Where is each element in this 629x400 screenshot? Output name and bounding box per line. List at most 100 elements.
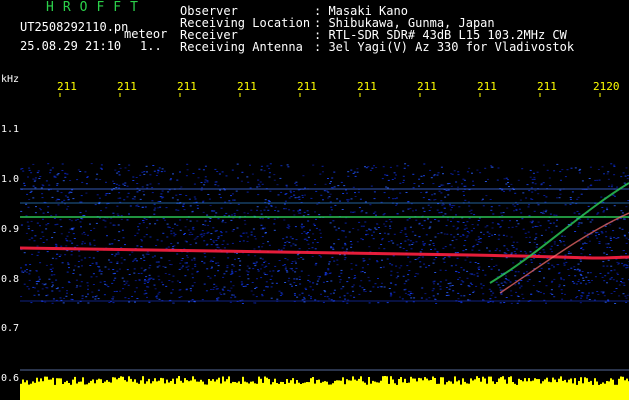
noise-speck [260, 277, 263, 279]
noise-speck [23, 182, 26, 184]
noise-speck [72, 273, 75, 274]
noise-speck [240, 180, 243, 182]
noise-speck [200, 189, 203, 191]
noise-speck [533, 242, 536, 244]
amplitude-spike [292, 378, 294, 388]
noise-speck [439, 288, 442, 290]
noise-speck [116, 205, 119, 207]
noise-speck [466, 231, 469, 232]
noise-speck [301, 299, 304, 301]
noise-speck [404, 292, 407, 294]
noise-speck [192, 226, 195, 228]
noise-speck [211, 266, 213, 268]
noise-speck [464, 240, 467, 241]
noise-speck [594, 276, 597, 278]
noise-speck [376, 261, 379, 263]
noise-speck [252, 268, 255, 270]
noise-speck [67, 199, 70, 201]
noise-speck [333, 243, 336, 245]
noise-speck [282, 247, 285, 249]
noise-speck [249, 164, 251, 166]
noise-speck [462, 234, 465, 236]
noise-speck [553, 278, 556, 280]
noise-speck [367, 166, 370, 168]
noise-speck [57, 287, 59, 289]
amplitude-spike [242, 376, 244, 388]
amplitude-spike [364, 382, 366, 388]
noise-speck [589, 254, 592, 256]
noise-speck [425, 298, 428, 300]
y-tick-label: 1.0 [1, 174, 20, 185]
noise-speck [557, 264, 560, 266]
amplitude-spike [530, 381, 532, 388]
noise-speck [21, 271, 24, 273]
noise-speck [553, 243, 556, 245]
noise-speck [327, 197, 330, 199]
amplitude-spike [260, 378, 262, 388]
amplitude-spike [156, 381, 158, 388]
noise-speck [330, 187, 333, 189]
noise-speck [337, 227, 340, 229]
amplitude-spike [94, 383, 96, 388]
amplitude-spike [110, 382, 112, 388]
noise-speck [144, 206, 147, 208]
noise-speck [457, 174, 460, 176]
noise-speck [262, 243, 265, 244]
noise-speck [423, 210, 426, 212]
noise-speck [44, 301, 47, 303]
amplitude-spike [454, 376, 456, 388]
noise-speck [532, 172, 535, 174]
noise-speck [188, 198, 191, 200]
noise-speck [162, 284, 165, 286]
noise-speck [610, 186, 613, 188]
noise-speck [573, 266, 576, 268]
amplitude-spike [62, 384, 64, 388]
noise-speck [551, 251, 553, 253]
amplitude-spike [426, 378, 428, 388]
noise-speck [442, 204, 445, 206]
noise-speck [61, 170, 64, 171]
noise-speck [295, 267, 298, 269]
noise-speck [117, 240, 120, 242]
noise-speck [182, 206, 185, 207]
noise-speck [402, 179, 405, 181]
noise-speck [596, 213, 599, 215]
amplitude-spike [606, 381, 608, 388]
noise-speck [564, 204, 567, 206]
noise-speck [320, 194, 323, 196]
noise-speck [616, 272, 619, 274]
noise-speck [277, 249, 280, 251]
noise-speck [202, 211, 205, 213]
noise-speck [299, 209, 302, 211]
amplitude-spike [312, 377, 314, 388]
noise-speck [609, 238, 612, 240]
noise-speck [160, 171, 163, 173]
amplitude-spike [484, 378, 486, 388]
amplitude-spike [532, 380, 534, 388]
noise-speck [604, 275, 607, 277]
noise-speck [86, 177, 89, 178]
noise-speck [162, 232, 165, 234]
noise-speck [216, 244, 219, 246]
time-tick-label: 211 [417, 80, 437, 93]
noise-speck [84, 242, 86, 244]
noise-speck [81, 243, 84, 245]
noise-speck [61, 201, 64, 203]
noise-speck [66, 173, 69, 175]
noise-speck [494, 296, 497, 298]
noise-speck [128, 164, 131, 166]
noise-speck [547, 262, 550, 264]
amplitude-spike [512, 382, 514, 388]
noise-speck [180, 296, 183, 298]
noise-speck [176, 179, 179, 181]
noise-speck [34, 177, 37, 179]
noise-speck [236, 209, 239, 211]
amplitude-spike [338, 380, 340, 388]
noise-speck [607, 243, 610, 245]
noise-speck [80, 195, 83, 197]
noise-speck [402, 182, 405, 183]
noise-speck [33, 240, 36, 242]
noise-speck [277, 194, 280, 196]
noise-speck [20, 210, 23, 212]
noise-speck [173, 232, 176, 234]
